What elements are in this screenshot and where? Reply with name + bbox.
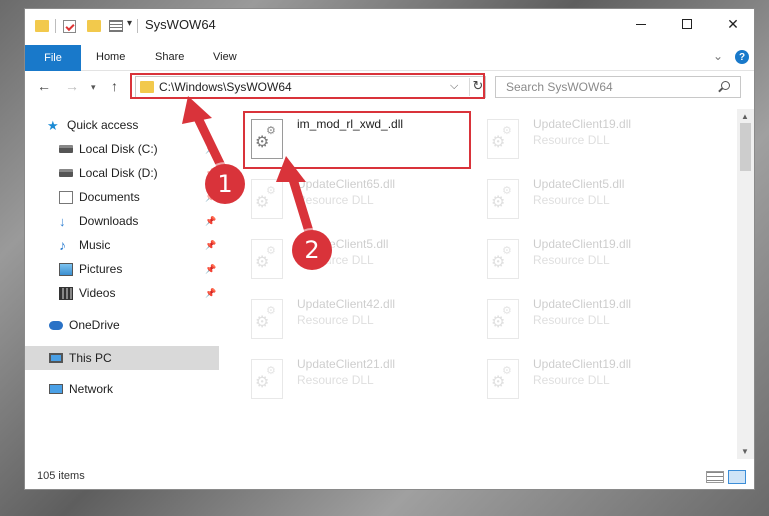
step-2-badge: 2 xyxy=(292,230,332,270)
annotation-arrows xyxy=(182,96,316,243)
arrow-to-file xyxy=(287,171,316,243)
step-1-badge: 1 xyxy=(205,164,245,204)
arrow-to-address xyxy=(191,109,229,177)
arrow-head xyxy=(182,96,212,124)
arrow-head xyxy=(276,156,306,182)
